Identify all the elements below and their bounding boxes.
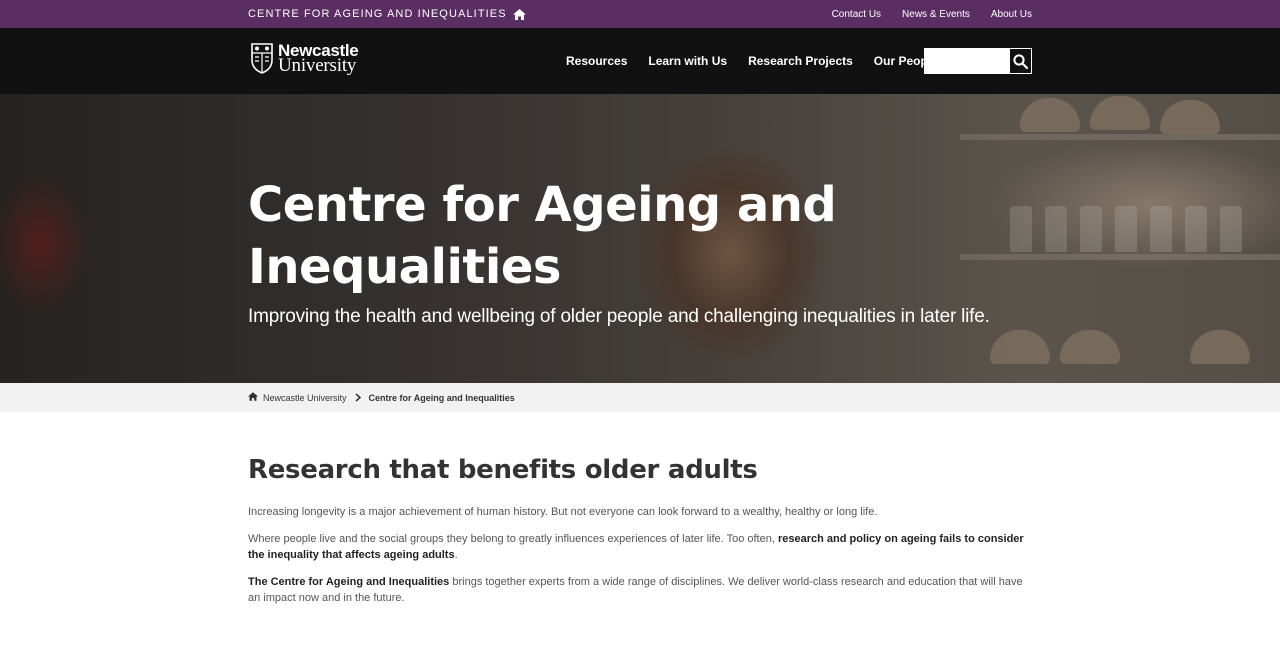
hero-image-jar xyxy=(1185,206,1207,252)
news-events-link[interactable]: News & Events xyxy=(902,9,970,20)
hero-subtitle: Improving the health and wellbeing of ol… xyxy=(248,306,990,327)
emphasis-text: The Centre for Ageing and Inequalities xyxy=(248,575,450,588)
paragraph-text: . xyxy=(454,549,458,561)
nav-resources[interactable]: Resources xyxy=(566,54,627,68)
hero-image-jar xyxy=(1045,206,1067,252)
chevron-right-icon xyxy=(355,393,361,402)
hero-image-shelf xyxy=(960,134,1280,140)
section-heading: Research that benefits older adults xyxy=(248,455,758,485)
hero-image-jar xyxy=(1150,206,1172,252)
nav-learn-with-us[interactable]: Learn with Us xyxy=(648,54,727,68)
hero-banner: Centre for Ageing and Inequalities Impro… xyxy=(0,94,1280,383)
top-bar: Centre for Ageing and Inequalities Conta… xyxy=(0,0,1280,28)
about-paragraph: The Centre for Ageing and Inequalities b… xyxy=(248,574,1032,607)
search-icon xyxy=(1013,53,1028,69)
contact-us-link[interactable]: Contact Us xyxy=(832,9,881,20)
intro-paragraph: Increasing longevity is a major achievem… xyxy=(248,506,878,518)
hero-image-jar xyxy=(1115,206,1137,252)
main-navigation: Newcastle University Resources Learn wit… xyxy=(0,28,1280,94)
page-title: Centre for Ageing and Inequalities xyxy=(248,177,837,295)
hero-image-loaf xyxy=(1020,98,1080,132)
breadcrumb-current: Centre for Ageing and Inequalities xyxy=(368,392,515,403)
hero-image-jar xyxy=(1010,206,1032,252)
search-input[interactable] xyxy=(925,49,1009,73)
breadcrumb-home-icon[interactable] xyxy=(248,392,258,403)
hero-image-loaf xyxy=(1160,100,1220,134)
home-icon[interactable] xyxy=(512,8,526,20)
site-title-text[interactable]: Centre for Ageing and Inequalities xyxy=(248,8,507,20)
about-us-link[interactable]: About Us xyxy=(991,9,1032,20)
paragraph-text: Where people live and the social groups … xyxy=(248,532,778,545)
hero-image-loaf xyxy=(1060,330,1120,364)
university-logo[interactable]: Newcastle University xyxy=(250,42,359,76)
breadcrumb: Newcastle University Centre for Ageing a… xyxy=(0,383,1280,412)
hero-image-loaf xyxy=(990,330,1050,364)
hero-image-jar xyxy=(1220,206,1242,252)
search-button[interactable] xyxy=(1009,49,1031,73)
nav-research-projects[interactable]: Research Projects xyxy=(748,54,853,68)
site-title[interactable]: Centre for Ageing and Inequalities xyxy=(248,0,526,28)
crest-icon xyxy=(251,43,273,74)
breadcrumb-home-link[interactable]: Newcastle University xyxy=(263,393,347,403)
primary-nav: Resources Learn with Us Research Project… xyxy=(566,28,938,94)
context-paragraph: Where people live and the social groups … xyxy=(248,531,1032,564)
hero-text: Centre for Ageing and Inequalities Impro… xyxy=(248,174,990,328)
utility-links: Contact Us News & Events About Us xyxy=(832,0,1032,28)
hero-image-shelf xyxy=(960,254,1280,260)
logo-line-2: University xyxy=(278,55,357,76)
hero-image-loaf xyxy=(1090,96,1150,130)
hero-image-loaf xyxy=(1190,330,1250,364)
search-form xyxy=(924,48,1032,74)
hero-image-jar xyxy=(1080,206,1102,252)
main-content: Research that benefits older adults Incr… xyxy=(248,453,1032,607)
